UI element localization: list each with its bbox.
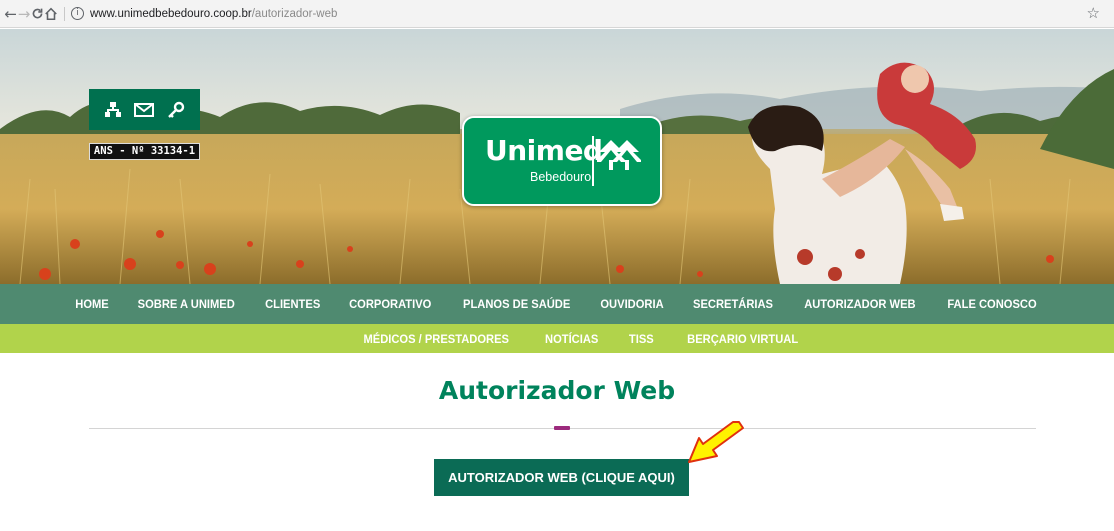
nav-item-sobre[interactable]: SOBRE A UNIMED (127, 297, 246, 311)
divider (63, 6, 65, 21)
logo-divider (592, 136, 594, 186)
browser-toolbar: ← → i www.unimedbebedouro.coop.br/autori… (0, 0, 1114, 28)
nav-item-ouvidoria[interactable]: OUVIDORIA (589, 297, 675, 311)
bookmark-star-icon[interactable]: ☆ (1087, 4, 1100, 22)
pointer-arrow-icon (688, 421, 744, 463)
sitemap-icon[interactable] (101, 98, 125, 122)
mail-icon[interactable] (132, 98, 156, 122)
nav-item-autorizador[interactable]: AUTORIZADOR WEB (793, 297, 927, 311)
unimed-logo[interactable]: Unimed Bebedouro (462, 116, 662, 206)
subnav-item-bercario[interactable]: BERÇARIO VIRTUAL (674, 332, 811, 346)
utility-icons (89, 89, 200, 130)
subnav-item-tiss[interactable]: TISS (616, 332, 667, 346)
subnav-item-noticias[interactable]: NOTÍCIAS (532, 332, 611, 346)
sub-nav: MÉDICOS / PRESTADORES NOTÍCIAS TISS BERÇ… (0, 324, 1114, 353)
unimed-tree-icon (597, 140, 641, 170)
nav-item-home[interactable]: HOME (64, 297, 120, 311)
nav-item-clientes[interactable]: CLIENTES (254, 297, 332, 311)
home-icon[interactable] (44, 3, 58, 25)
nav-item-secretarias[interactable]: SECRETÁRIAS (682, 297, 784, 311)
back-icon[interactable]: ← (4, 3, 17, 25)
key-icon[interactable] (164, 98, 188, 122)
ans-registration-badge: ANS - Nº 33134-1 (89, 143, 200, 160)
url-path: /autorizador-web (251, 7, 338, 20)
nav-item-planos[interactable]: PLANOS DE SAÚDE (451, 297, 581, 311)
main-nav: HOME SOBRE A UNIMED CLIENTES CORPORATIVO… (0, 284, 1114, 324)
url-bar[interactable]: i www.unimedbebedouro.coop.br/autorizado… (63, 3, 1114, 25)
nav-item-corporativo[interactable]: CORPORATIVO (338, 297, 443, 311)
reload-icon[interactable] (31, 3, 44, 25)
url-host: www.unimedbebedouro.coop.br (89, 7, 252, 20)
page-title: Autorizador Web (438, 376, 676, 405)
info-icon[interactable]: i (70, 7, 84, 20)
autorizador-web-button[interactable]: AUTORIZADOR WEB (CLIQUE AQUI) (434, 459, 689, 496)
logo-brand: Unimed (485, 134, 603, 167)
hero-banner: ANS - Nº 33134-1 Unimed Bebedouro (0, 29, 1114, 284)
subnav-item-medicos[interactable]: MÉDICOS / PRESTADORES (351, 332, 523, 346)
title-accent (554, 426, 570, 430)
forward-icon[interactable]: → (17, 3, 31, 25)
sub-nav-items: MÉDICOS / PRESTADORES NOTÍCIAS TISS BERÇ… (344, 332, 816, 346)
nav-item-fale-conosco[interactable]: FALE CONOSCO (936, 297, 1048, 311)
logo-unit: Bebedouro (530, 170, 592, 184)
